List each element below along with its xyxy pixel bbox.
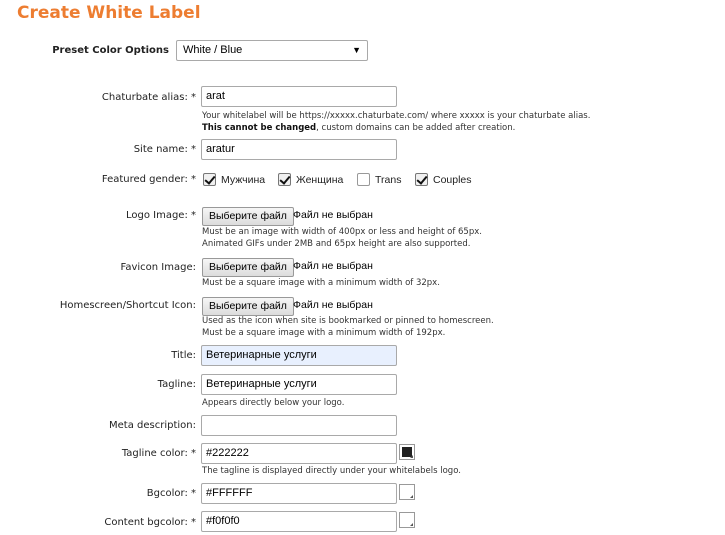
favicon-label: Favicon Image: [120,262,196,273]
tagline-color-swatch[interactable] [399,444,415,460]
swatch-corner-icon [410,455,413,458]
gender-checkbox-female[interactable] [278,173,291,186]
meta-description-label: Meta description: [109,420,196,431]
tagline-color-input[interactable] [201,443,397,464]
chevron-down-icon: ▼ [352,45,361,55]
homescreen-help-line2: Must be a square image with a minimum wi… [202,328,446,338]
gender-checkbox-couples[interactable] [415,173,428,186]
tagline-input[interactable] [201,374,397,395]
preset-label: Preset Color Options [52,45,169,56]
gender-label-male: Мужчина [221,174,266,186]
meta-description-input[interactable] [201,415,397,436]
tagline-label: Tagline: [157,379,196,390]
homescreen-label: Homescreen/Shortcut Icon: [59,300,196,311]
title-input[interactable] [201,345,397,366]
logo-help: Must be an image with width of 400px or … [202,226,482,250]
bgcolor-swatch[interactable] [399,484,415,500]
favicon-file-status: Файл не выбран [293,260,373,272]
logo-help-line2: Animated GIFs under 2MB and 65px height … [202,239,471,249]
homescreen-help: Used as the icon when site is bookmarked… [202,315,494,339]
alias-help-bold: This cannot be changed [202,123,317,133]
tagline-color-label: Tagline color: * [121,448,196,459]
gender-checkbox-male[interactable] [203,173,216,186]
content-bgcolor-swatch[interactable] [399,512,415,528]
alias-help-line1: Your whitelabel will be https://xxxxx.ch… [202,111,591,121]
alias-help: Your whitelabel will be https://xxxxx.ch… [202,110,590,134]
gender-checkbox-trans[interactable] [357,173,370,186]
bgcolor-input[interactable] [201,483,397,504]
gender-label-couples: Couples [433,174,472,186]
alias-help-line2: This cannot be changed, custom domains c… [202,122,590,134]
homescreen-help-line1: Used as the icon when site is bookmarked… [202,316,494,326]
tagline-help: Appears directly below your logo. [202,398,345,408]
preset-select[interactable]: White / Blue ▼ [176,40,368,61]
favicon-help: Must be a square image with a minimum wi… [202,278,440,288]
alias-input[interactable] [201,86,397,107]
tagline-color-help: The tagline is displayed directly under … [202,466,461,476]
content-bgcolor-input[interactable] [201,511,397,532]
favicon-file-button[interactable]: Выберите файл [202,258,294,277]
alias-help-rest: , custom domains can be added after crea… [316,123,516,133]
logo-help-line1: Must be an image with width of 400px or … [202,227,482,237]
site-name-label: Site name: * [133,144,196,155]
title-label: Title: [171,350,196,361]
logo-file-status: Файл не выбран [293,209,373,221]
preset-selected-value: White / Blue [183,44,243,56]
logo-file-button[interactable]: Выберите файл [202,207,294,226]
bgcolor-label: Bgcolor: * [146,488,196,499]
homescreen-file-button[interactable]: Выберите файл [202,297,294,316]
gender-label-trans: Trans [375,174,402,186]
swatch-corner-icon [410,523,413,526]
alias-label: Chaturbate alias: * [101,92,196,103]
site-name-input[interactable] [201,139,397,160]
content-bgcolor-label: Content bgcolor: * [104,517,196,528]
gender-label: Featured gender: * [101,174,196,185]
page-title: Create White Label [17,3,201,23]
swatch-corner-icon [410,495,413,498]
logo-label: Logo Image: * [125,210,196,221]
homescreen-file-status: Файл не выбран [293,299,373,311]
gender-label-female: Женщина [296,174,344,186]
